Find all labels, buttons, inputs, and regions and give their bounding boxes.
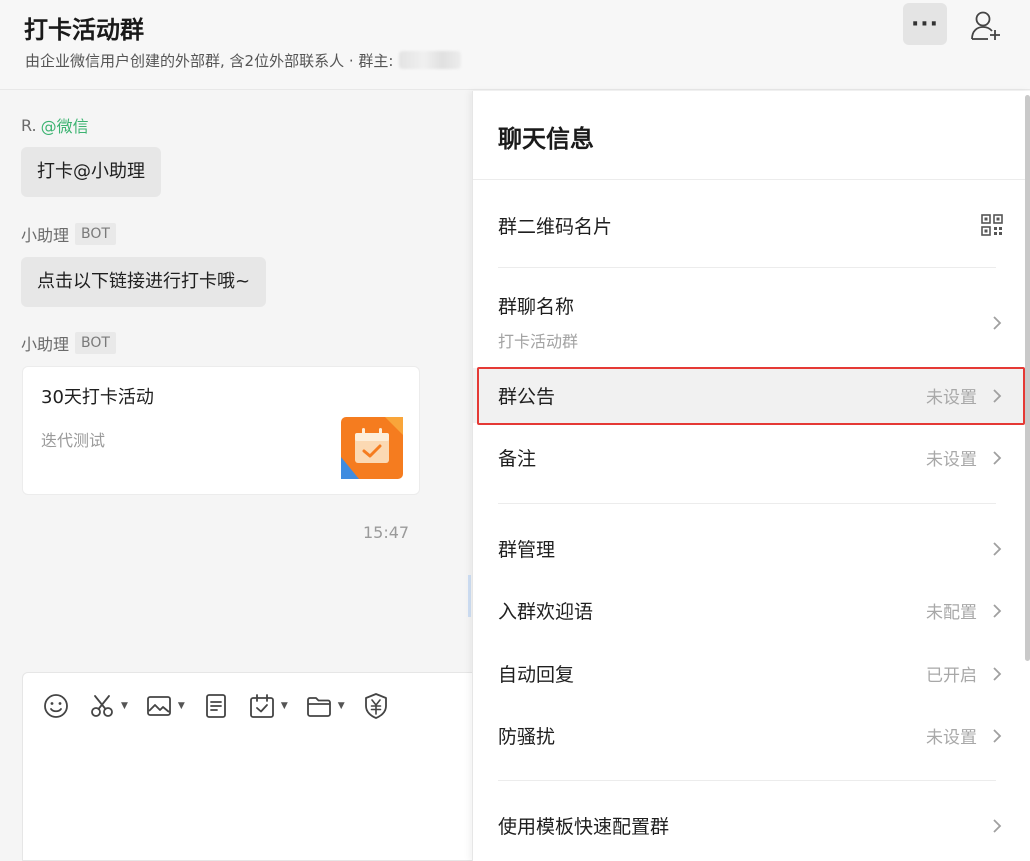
row-group-qr-code[interactable]: 群二维码名片 xyxy=(473,202,1025,248)
row-remark[interactable]: 备注 未设置 xyxy=(473,430,1025,485)
sender-name: R. xyxy=(21,115,37,135)
scissors-icon xyxy=(91,695,113,717)
divider xyxy=(473,179,1025,180)
row-auto-reply[interactable]: 自动回复 已开启 xyxy=(473,646,1025,701)
row-group-management[interactable]: 群管理 xyxy=(473,521,1025,576)
row-welcome-message[interactable]: 入群欢迎语 未配置 xyxy=(473,583,1025,638)
chevron-right-icon xyxy=(993,818,1002,833)
message-bubble[interactable]: 打卡@小助理 xyxy=(21,147,161,197)
row-value: 已开启 xyxy=(926,666,977,686)
panel-title: 聊天信息 xyxy=(498,125,594,153)
message-sender: 小助理 BOT xyxy=(21,331,116,355)
chevron-right-icon xyxy=(993,666,1002,681)
row-anti-harassment[interactable]: 防骚扰 未设置 xyxy=(473,708,1025,763)
row-template-config[interactable]: 使用模板快速配置群 xyxy=(473,798,1025,853)
emoji-icon xyxy=(44,694,68,718)
row-sublabel: 打卡活动群 xyxy=(498,332,579,351)
chat-messages-area[interactable]: R. @微信 打卡@小助理 小助理 BOT 点击以下链接进行打卡哦~ 小助理 B… xyxy=(0,91,472,671)
red-packet-button[interactable] xyxy=(361,691,391,721)
panel-scrollbar[interactable] xyxy=(1025,95,1030,661)
folder-icon xyxy=(306,697,331,717)
card-description: 迭代测试 xyxy=(41,431,106,450)
sender-name: 小助理 xyxy=(21,335,70,354)
row-label: 入群欢迎语 xyxy=(498,601,594,623)
divider xyxy=(498,780,996,781)
group-title: 打卡活动群 xyxy=(24,16,144,44)
screenshot-button[interactable]: ▼ xyxy=(87,691,128,721)
row-group-name[interactable]: 群聊名称 打卡活动群 xyxy=(473,286,1025,356)
row-label: 群聊名称 xyxy=(498,296,575,318)
schedule-button[interactable]: ▼ xyxy=(247,691,288,721)
chevron-right-icon xyxy=(993,728,1002,743)
row-value: 未设置 xyxy=(926,450,977,470)
divider xyxy=(498,503,996,504)
qr-code-icon[interactable] xyxy=(981,214,1003,236)
more-options-button[interactable]: ··· xyxy=(903,3,947,45)
row-value: 未配置 xyxy=(926,603,977,623)
chat-header: 打卡活动群 由企业微信用户创建的外部群, 含2位外部联系人 · 群主: ··· xyxy=(0,0,1030,90)
divider xyxy=(498,267,996,268)
bot-badge: BOT xyxy=(75,332,116,354)
chevron-right-icon xyxy=(993,450,1002,465)
chevron-right-icon xyxy=(993,603,1002,618)
chevron-down-icon[interactable]: ▼ xyxy=(338,701,345,711)
group-description: 由企业微信用户创建的外部群, 含2位外部联系人 · 群主: xyxy=(25,52,394,70)
row-label: 使用模板快速配置群 xyxy=(498,816,670,838)
image-icon xyxy=(147,696,171,716)
group-subtitle: 由企业微信用户创建的外部群, 含2位外部联系人 · 群主: xyxy=(25,50,462,71)
document-button[interactable] xyxy=(201,691,231,721)
chevron-down-icon[interactable]: ▼ xyxy=(121,701,128,711)
owner-name-blurred xyxy=(399,51,462,69)
message-timestamp: 15:47 xyxy=(363,523,410,542)
row-value: 未设置 xyxy=(926,728,977,748)
row-label: 群二维码名片 xyxy=(498,215,613,238)
card-title: 30天打卡活动 xyxy=(41,387,154,408)
sender-wechat-tag: @微信 xyxy=(40,117,89,136)
calendar-check-icon xyxy=(341,417,403,479)
message-sender: R. @微信 xyxy=(21,113,89,137)
chevron-down-icon[interactable]: ▼ xyxy=(178,701,185,711)
chevron-right-icon xyxy=(993,388,1002,403)
row-label: 备注 xyxy=(498,448,537,470)
more-dots-icon: ··· xyxy=(910,11,940,37)
yuan-shield-icon xyxy=(364,693,387,719)
input-toolbar: ▼ ▼ ▼ ▼ xyxy=(41,691,407,721)
folder-button[interactable]: ▼ xyxy=(304,691,345,721)
checkin-link-card[interactable]: 30天打卡活动 迭代测试 xyxy=(22,366,420,495)
chat-info-panel: 聊天信息 群二维码名片 群聊名称 打卡活动群 群公告 未设置 备注 未设置 群管… xyxy=(472,91,1030,861)
sender-name: 小助理 xyxy=(21,226,70,245)
row-label: 群管理 xyxy=(498,539,556,561)
image-button[interactable]: ▼ xyxy=(144,691,185,721)
row-label: 防骚扰 xyxy=(498,726,556,748)
add-member-button[interactable] xyxy=(966,6,1006,46)
chevron-right-icon xyxy=(993,316,1002,330)
row-value: 未设置 xyxy=(926,388,977,408)
row-group-announcement[interactable]: 群公告 未设置 xyxy=(473,368,1025,423)
chevron-down-icon[interactable]: ▼ xyxy=(281,701,288,711)
add-user-icon xyxy=(971,11,1000,40)
document-icon xyxy=(205,694,226,718)
panel-edge-marker xyxy=(468,575,471,617)
calendar-icon xyxy=(249,694,274,718)
message-bubble[interactable]: 点击以下链接进行打卡哦~ xyxy=(21,257,267,307)
row-label: 群公告 xyxy=(498,386,556,408)
emoji-button[interactable] xyxy=(41,691,71,721)
chevron-right-icon xyxy=(993,541,1002,556)
row-label: 自动回复 xyxy=(498,664,575,686)
message-sender: 小助理 BOT xyxy=(21,222,116,246)
message-input-box[interactable]: ▼ ▼ ▼ ▼ xyxy=(22,672,474,861)
bot-badge: BOT xyxy=(75,223,116,245)
